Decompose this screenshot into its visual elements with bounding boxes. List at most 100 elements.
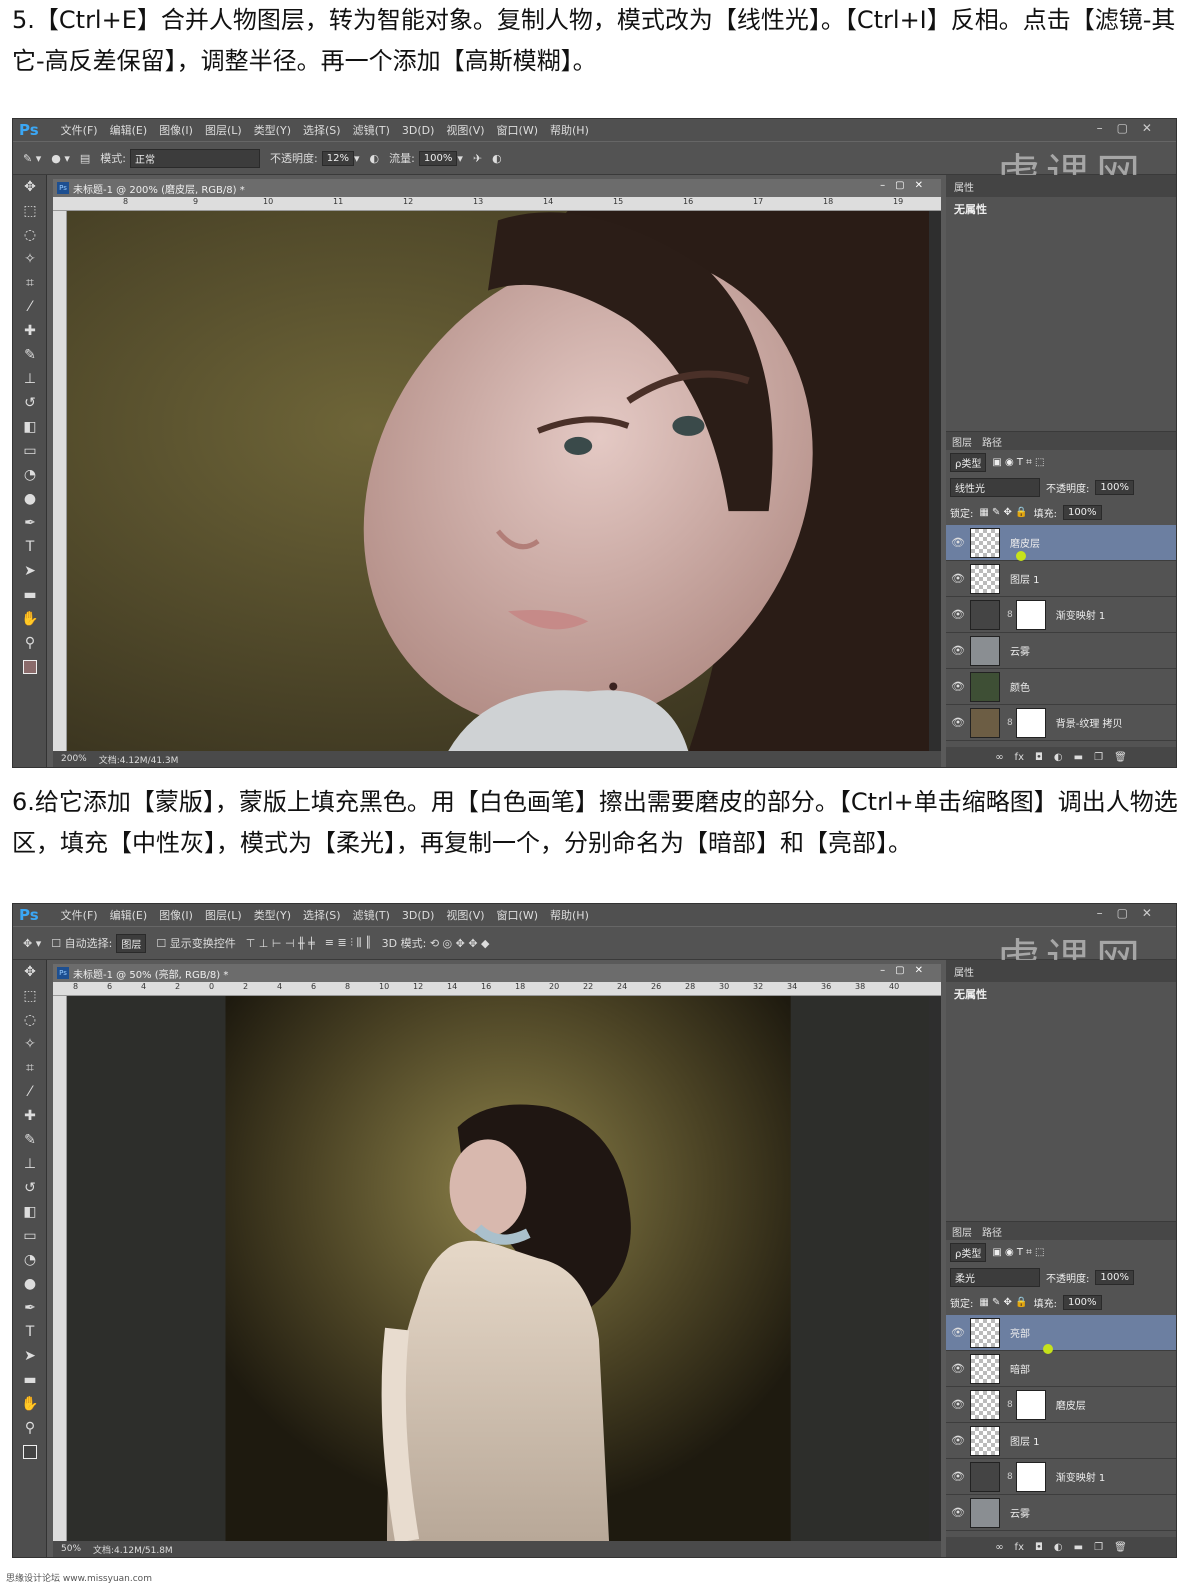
quick-select-tool-icon[interactable]: ✧ (13, 247, 47, 271)
path-select-icon[interactable]: ➤ (13, 559, 47, 583)
tab-paths[interactable]: 路径 (982, 434, 1002, 449)
menu-type[interactable]: 类型(Y) (254, 122, 291, 138)
vertical-scrollbar[interactable] (929, 211, 941, 751)
eyedropper-tool-icon[interactable]: ⁄ (13, 295, 47, 319)
crop-tool-icon[interactable]: ⌗ (13, 271, 47, 295)
brush-tool-icon[interactable]: ✎ (13, 343, 47, 367)
visibility-eye-icon[interactable]: 👁 (946, 716, 970, 729)
pressure-opacity-icon[interactable]: ◐ (369, 152, 379, 165)
layer-mask-thumbnail[interactable] (1015, 599, 1046, 630)
document-tab[interactable]: Ps 未标题-1 @ 50% (亮部, RGB/8) * –▢✕ (53, 964, 941, 982)
blend-mode-select[interactable]: 线性光 (950, 478, 1040, 497)
brush-tool-icon[interactable]: ✎ ▾ (23, 152, 41, 165)
add-mask-icon[interactable]: ◘ (1035, 752, 1043, 763)
layer-row[interactable]: 👁 8 背景-纹理 拷贝 (946, 705, 1176, 741)
dodge-tool-icon[interactable]: ● (13, 487, 47, 511)
menu-file[interactable]: 文件(F) (61, 907, 98, 923)
layer-thumbnail[interactable] (970, 1425, 1000, 1456)
visibility-eye-icon[interactable]: 👁 (946, 536, 970, 549)
menu-select[interactable]: 选择(S) (303, 122, 341, 138)
layer-mask-thumbnail[interactable] (1015, 707, 1046, 738)
delete-layer-icon[interactable]: 🗑 (1114, 752, 1127, 763)
quick-select-tool-icon[interactable]: ✧ (13, 1032, 47, 1056)
lock-icons[interactable]: ▦ ✎ ✥ 🔒 (979, 1297, 1027, 1308)
move-tool-icon[interactable]: ✥ ▾ (23, 937, 41, 950)
lasso-tool-icon[interactable]: ◌ (13, 223, 47, 247)
layer-filter-icons[interactable]: ▣ ◉ T ⌗ ⬚ (992, 1247, 1044, 1258)
blend-mode-select[interactable]: 柔光 (950, 1268, 1040, 1287)
fx-icon[interactable]: fx (1015, 1542, 1024, 1553)
color-swatches-icon[interactable] (13, 655, 47, 679)
menu-view[interactable]: 视图(V) (446, 122, 484, 138)
mode-select[interactable]: 正常 (130, 148, 260, 168)
menu-view[interactable]: 视图(V) (446, 907, 484, 923)
visibility-eye-icon[interactable]: 👁 (946, 680, 970, 693)
layer-fill-field[interactable]: 100% (1062, 505, 1102, 520)
layer-thumbnail[interactable] (970, 1389, 1000, 1420)
menu-image[interactable]: 图像(I) (159, 907, 193, 923)
blur-tool-icon[interactable]: ◔ (13, 1248, 47, 1272)
brush-tool-icon[interactable]: ✎ (13, 1128, 47, 1152)
tab-paths[interactable]: 路径 (982, 1224, 1002, 1239)
layer-row[interactable]: 👁 暗部 (946, 1351, 1176, 1387)
layer-opacity-field[interactable]: 100% (1095, 480, 1134, 495)
new-layer-icon[interactable]: ❐ (1094, 1542, 1103, 1553)
layer-thumbnail[interactable] (970, 1317, 1000, 1348)
layer-row[interactable]: 👁 8 渐变映射 1 (946, 597, 1176, 633)
layer-fill-field[interactable]: 100% (1062, 1295, 1102, 1310)
adjustment-icon[interactable]: ◐ (1054, 752, 1063, 763)
eraser-tool-icon[interactable]: ◧ (13, 415, 47, 439)
menu-image[interactable]: 图像(I) (159, 122, 193, 138)
brush-panel-icon[interactable]: ▤ (80, 152, 90, 165)
layer-name[interactable]: 背景-纹理 拷贝 (1056, 715, 1123, 730)
layer-row[interactable]: 👁 8 渐变映射 1 (946, 1459, 1176, 1495)
lasso-tool-icon[interactable]: ◌ (13, 1008, 47, 1032)
document-controls[interactable]: –▢✕ (880, 180, 933, 191)
menu-edit[interactable]: 编辑(E) (110, 122, 148, 138)
layer-name[interactable]: 图层 1 (1010, 1433, 1040, 1448)
layer-name[interactable]: 亮部 (1010, 1325, 1030, 1340)
adjustment-icon[interactable]: ◐ (1054, 1542, 1063, 1553)
document-tab[interactable]: Ps 未标题-1 @ 200% (磨皮层, RGB/8) * –▢✕ (53, 179, 941, 197)
hand-tool-icon[interactable]: ✋ (13, 607, 47, 631)
visibility-eye-icon[interactable]: 👁 (946, 644, 970, 657)
visibility-eye-icon[interactable]: 👁 (946, 1506, 970, 1519)
vertical-scrollbar[interactable] (929, 996, 941, 1541)
layer-name[interactable]: 云雾 (1010, 643, 1030, 658)
hand-tool-icon[interactable]: ✋ (13, 1392, 47, 1416)
menu-window[interactable]: 窗口(W) (497, 122, 538, 138)
layer-thumbnail[interactable] (970, 1461, 1000, 1492)
layer-thumbnail[interactable] (970, 635, 1000, 666)
fx-icon[interactable]: fx (1015, 752, 1024, 763)
shape-tool-icon[interactable]: ▬ (13, 1368, 47, 1392)
layer-thumbnail[interactable] (970, 527, 1000, 558)
pen-tool-icon[interactable]: ✒ (13, 511, 47, 535)
layer-thumbnail[interactable] (970, 1497, 1000, 1528)
menu-3d[interactable]: 3D(D) (402, 909, 435, 922)
new-group-icon[interactable]: ▬ (1074, 1542, 1083, 1553)
layer-row[interactable]: 👁 颜色 (946, 669, 1176, 705)
layer-name[interactable]: 图层 1 (1010, 571, 1040, 586)
visibility-eye-icon[interactable]: 👁 (946, 1470, 970, 1483)
history-brush-icon[interactable]: ↺ (13, 1176, 47, 1200)
zoom-tool-icon[interactable]: ⚲ (13, 1416, 47, 1440)
new-group-icon[interactable]: ▬ (1074, 752, 1083, 763)
delete-layer-icon[interactable]: 🗑 (1114, 1542, 1127, 1553)
mask-link-icon[interactable]: 8 (1007, 1472, 1013, 1482)
layer-thumbnail[interactable] (970, 599, 1000, 630)
window-controls[interactable]: –▢✕ (1097, 121, 1166, 135)
layer-thumbnail[interactable] (970, 1353, 1000, 1384)
window-controls[interactable]: –▢✕ (1097, 906, 1166, 920)
distribute-icons[interactable]: ≡ ≣ ⫶ ⫼ ║ (325, 936, 372, 950)
auto-select-target[interactable]: 图层 (116, 933, 147, 953)
mask-link-icon[interactable]: 8 (1007, 610, 1013, 620)
layer-mask-thumbnail[interactable] (1015, 1461, 1046, 1492)
layer-name[interactable]: 渐变映射 1 (1056, 607, 1106, 622)
shape-tool-icon[interactable]: ▬ (13, 583, 47, 607)
visibility-eye-icon[interactable]: 👁 (946, 1326, 970, 1339)
tab-layers[interactable]: 图层 (952, 1224, 972, 1239)
zoom-level[interactable]: 200% (61, 754, 87, 764)
layer-name[interactable]: 磨皮层 (1010, 535, 1040, 550)
lock-icons[interactable]: ▦ ✎ ✥ 🔒 (979, 507, 1027, 518)
layer-thumbnail[interactable] (970, 707, 1000, 738)
